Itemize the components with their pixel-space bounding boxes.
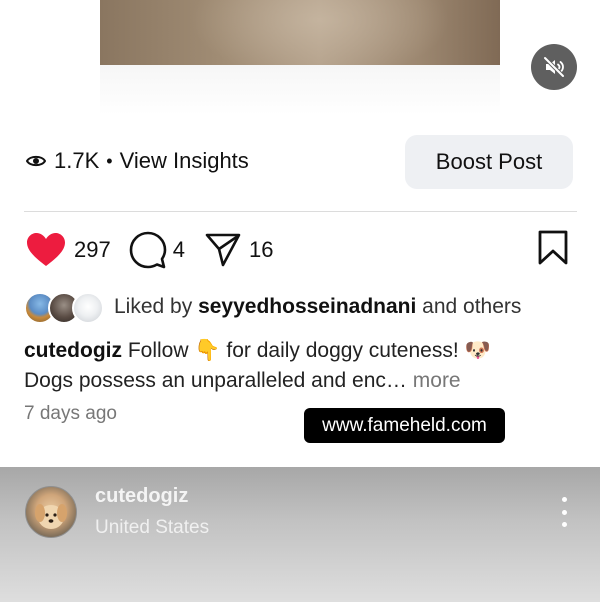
boost-post-button[interactable]: Boost Post (405, 135, 573, 189)
kebab-dot (561, 509, 567, 515)
next-post-username[interactable]: cutedogiz (95, 485, 188, 508)
liked-by-suffix[interactable]: and others (422, 295, 521, 319)
caption-text-line-2: Dogs possess an unparalleled and enc… (24, 369, 407, 392)
liked-by-row[interactable]: Liked by seyyedhosseinadnani and others (24, 292, 521, 324)
like-count[interactable]: 297 (74, 237, 111, 263)
post-screen: 1.7K • View Insights Boost Post 297 4 16 (0, 0, 600, 602)
more-link[interactable]: more (413, 369, 461, 392)
watermark-label: www.fameheld.com (304, 408, 505, 443)
next-post-header: cutedogiz United States (0, 467, 600, 602)
mute-button[interactable] (531, 44, 577, 90)
post-media[interactable] (100, 0, 500, 65)
caption-line-1: cutedogiz Follow 👇 for daily doggy cuten… (24, 336, 564, 366)
more-vertical-icon[interactable] (554, 497, 574, 527)
separator-dot: • (106, 150, 113, 171)
actions-row: 297 4 16 (26, 230, 291, 270)
caption-username[interactable]: cutedogiz (24, 339, 122, 362)
caption-text-2: for daily doggy cuteness! (226, 339, 459, 362)
comment-icon[interactable] (129, 231, 167, 269)
liked-by-prefix: Liked by (114, 295, 193, 318)
insights-row[interactable]: 1.7K • View Insights (26, 148, 249, 174)
divider (24, 211, 577, 212)
views-count: 1.7K (54, 148, 100, 173)
heart-filled-icon[interactable] (26, 232, 66, 268)
liked-by-username[interactable]: seyyedhosseinadnani (198, 295, 416, 319)
bookmark-icon[interactable] (537, 230, 569, 266)
kebab-dot (561, 522, 567, 527)
caption-line-2: Dogs possess an unparalleled and enc… mo… (24, 366, 564, 396)
dog-emoji: 🐶 (464, 339, 491, 362)
share-count[interactable]: 16 (249, 237, 273, 263)
media-texture (190, 0, 450, 65)
avatar (72, 292, 104, 324)
paper-plane-icon[interactable] (205, 232, 241, 268)
avatar[interactable] (25, 486, 77, 538)
caption-text-1: Follow (127, 339, 189, 362)
point-down-emoji: 👇 (194, 339, 221, 362)
eye-icon (26, 154, 46, 168)
media-shadow (100, 65, 500, 115)
post-caption: cutedogiz Follow 👇 for daily doggy cuten… (24, 336, 564, 396)
speaker-muted-icon (543, 56, 565, 78)
comment-count[interactable]: 4 (173, 237, 185, 263)
next-post-location[interactable]: United States (95, 517, 209, 539)
post-timestamp: 7 days ago (24, 403, 117, 424)
kebab-dot (561, 497, 567, 502)
puppy-avatar-image (35, 504, 67, 529)
view-insights-link[interactable]: View Insights (120, 148, 249, 174)
liker-avatars (24, 292, 104, 324)
